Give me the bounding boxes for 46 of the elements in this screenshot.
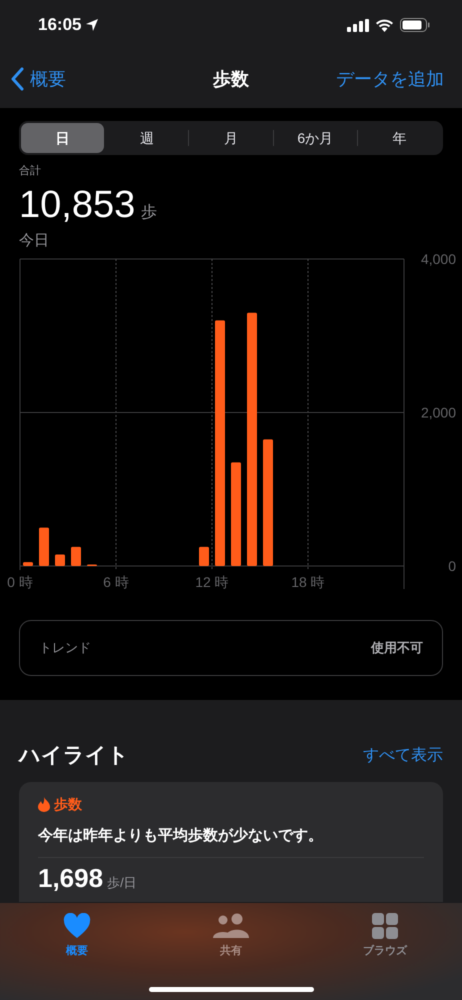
heart-icon (63, 913, 91, 939)
clock-time: 16:05 (38, 14, 82, 36)
y-axis-label: 0 (448, 558, 456, 574)
flame-icon (38, 796, 50, 812)
y-axis-label: 2,000 (420, 404, 456, 420)
section-title: ハイライト (19, 743, 129, 769)
category-label: 歩数 (54, 794, 82, 814)
period-tab[interactable]: 週 (105, 123, 188, 153)
back-button[interactable]: 概要 (10, 66, 66, 92)
signal-icon (347, 18, 369, 32)
bar (39, 528, 49, 566)
wifi-icon (375, 18, 394, 32)
y-axis-label: 4,000 (420, 254, 456, 267)
average-value: 1,698 (38, 865, 104, 891)
chevron-left-icon (10, 67, 24, 91)
grid-icon (372, 913, 398, 939)
period-tab[interactable]: 月 (189, 123, 273, 153)
average-unit: 歩/日 (107, 876, 137, 889)
total-value: 10,853 (19, 186, 136, 224)
total-label: 合計 (19, 164, 41, 179)
show-all-link[interactable]: すべて表示 (363, 744, 443, 768)
x-axis-label: 6 時 (103, 574, 129, 590)
trend-label: トレンド (39, 639, 91, 658)
page-title: 歩数 (213, 68, 249, 90)
x-axis-label: 0 時 (7, 574, 33, 590)
bar (55, 554, 65, 566)
period-tab[interactable]: 6か月 (274, 123, 357, 153)
battery-icon (400, 18, 430, 32)
date-label: 今日 (19, 230, 49, 250)
add-data-button[interactable]: データを追加 (336, 66, 444, 92)
bar (199, 546, 209, 566)
people-icon (212, 913, 250, 939)
bar (23, 562, 33, 566)
x-axis-label: 18 時 (291, 574, 325, 590)
period-tab[interactable]: 年 (358, 123, 442, 153)
unit-label: 歩 (141, 204, 158, 220)
tab-bar-item[interactable]: 共有 (154, 903, 308, 1000)
period-tab[interactable]: 日 (21, 123, 104, 153)
x-axis-label: 12 時 (195, 574, 229, 590)
highlight-card[interactable]: 歩数 今年は昨年よりも平均歩数が少ないです。 1,698 歩/日 (19, 782, 443, 902)
bar (71, 546, 81, 566)
tab-bar-item[interactable]: ブラウズ (308, 903, 462, 1000)
trend-value: 使用不可 (371, 639, 423, 658)
location-arrow-icon (85, 18, 100, 32)
highlight-text: 今年は昨年よりも平均歩数が少ないです。 (38, 824, 424, 858)
tab-bar-item[interactable]: 概要 (0, 903, 154, 1000)
